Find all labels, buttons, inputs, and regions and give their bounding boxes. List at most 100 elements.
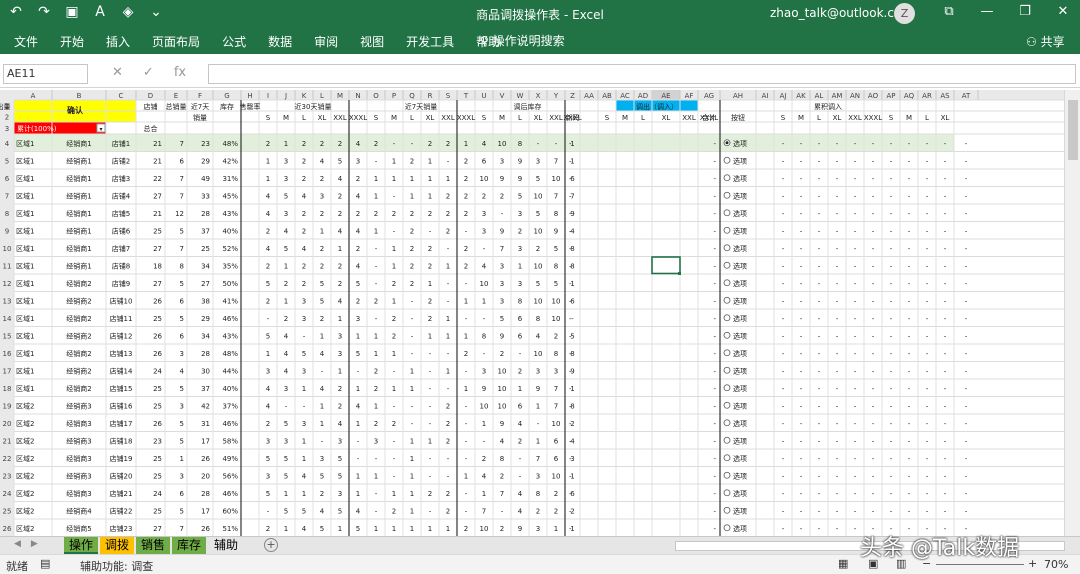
close-icon[interactable]: ✕ [1044,4,1080,19]
cell-dash: - [890,210,893,218]
cell-dash: - [854,420,857,428]
option-radio[interactable] [723,349,731,357]
cell-size-qty: 1 [374,472,378,480]
column-header-G: G [224,92,229,100]
confirm-entry-icon[interactable]: ✓ [143,65,154,80]
sheet-tab-sales[interactable]: 销售 [136,537,170,554]
option-radio[interactable] [723,174,731,182]
insert-function-icon[interactable]: fx [174,65,186,80]
tab-page-layout[interactable]: 页面布局 [152,33,200,50]
cell-size-qty: 3 [500,262,504,270]
sheet-tab-transfer[interactable]: 调拨 [100,537,134,554]
option-radio[interactable] [723,471,731,479]
column-header-AF: AF [685,92,694,100]
cell-size-qty: 6 [518,402,523,410]
cell-sell-through: 46% [222,420,238,428]
cell-size-qty: - [501,507,504,515]
option-radio[interactable] [723,279,731,287]
cell-size-qty: 2 [302,140,306,148]
tab-review[interactable]: 审阅 [314,33,338,50]
zoom-level[interactable]: 70% [1044,558,1068,571]
option-radio[interactable] [723,436,731,444]
cancel-entry-icon[interactable]: ✕ [112,65,123,80]
fill-handle[interactable] [678,272,681,275]
sheet-tab-inventory[interactable]: 库存 [172,537,206,554]
option-radio[interactable] [723,261,731,269]
cell-sell-through: 40% [222,227,238,235]
option-radio[interactable] [723,296,731,304]
cell-store: 店铺18 [110,436,133,445]
sheet-tab-helper[interactable]: 辅助 [208,537,244,554]
option-radio[interactable] [723,384,731,392]
cell-dash: - [818,227,821,235]
prev-sheet-icon[interactable]: ◀ [14,539,21,549]
cell-size-qty: 2 [392,507,396,515]
zoom-slider[interactable] [936,564,1024,565]
cell-size-qty: 1 [392,490,396,498]
minimize-icon[interactable]: — [968,4,1006,19]
cell-size-qty: 4 [482,472,487,480]
cell-size-qty: 2 [320,315,324,323]
tab-formulas[interactable]: 公式 [222,33,246,50]
cell-dealer: 经销商1 [66,226,91,235]
option-radio[interactable] [723,156,731,164]
cell-size-qty: 1 [338,367,342,375]
tab-home[interactable]: 开始 [60,33,84,50]
cell-store: 店铺17 [110,419,133,428]
accessibility-status[interactable]: 辅助功能: 调查 [80,558,153,574]
cell-size-qty: 1 [428,437,432,445]
tab-insert[interactable]: 插入 [106,33,130,50]
tell-me-search[interactable]: ⚲ 操作说明搜索 [480,32,565,49]
active-cell-outline[interactable] [651,256,681,275]
cell-size-qty: 4 [302,245,307,253]
option-radio[interactable] [723,401,731,409]
name-box[interactable]: AE11 [3,64,88,84]
cell-sales7: 6 [180,490,185,498]
store-header: 店铺 [144,102,158,111]
option-radio[interactable] [723,209,731,217]
cell-size-qty: 2 [266,420,270,428]
vertical-scrollbar[interactable] [1064,90,1080,536]
cell-dash: - [782,420,785,428]
tab-view[interactable]: 视图 [360,33,384,50]
option-radio[interactable] [723,366,731,374]
option-radio[interactable] [723,454,731,462]
next-sheet-icon[interactable]: ▶ [31,539,38,549]
cell-size-qty: 2 [446,402,450,410]
tab-data[interactable]: 数据 [268,33,292,50]
add-sheet-icon[interactable]: + [264,538,278,552]
view-normal-icon[interactable]: ▦ [838,557,848,570]
option-radio[interactable] [723,524,731,532]
account-email[interactable]: zhao_talk@outlook.com [770,6,913,20]
share-button[interactable]: ⚇ 共享 [1026,33,1065,50]
option-radio[interactable] [723,419,731,427]
cell-size-qty: 7 [482,507,486,515]
cell-dash: - [926,367,929,375]
option-radio[interactable] [723,314,731,322]
tab-file[interactable]: 文件 [14,33,38,50]
tab-developer[interactable]: 开发工具 [406,33,454,50]
cell-size-qty: 9 [500,332,504,340]
restore-icon[interactable]: ❐ [1006,4,1044,19]
option-radio[interactable] [723,244,731,252]
formula-input[interactable] [208,64,1076,84]
cell-size-qty: 5 [284,420,288,428]
cell-dash: - [890,420,893,428]
cell-stock: 26 [201,455,210,463]
option-radio[interactable] [723,226,731,234]
row-header-13: 13 [3,297,12,305]
avatar[interactable]: Z [894,3,915,24]
option-radio[interactable] [723,331,731,339]
ribbon-display-options-icon[interactable]: ⧉ [930,4,968,19]
option-radio[interactable] [723,506,731,514]
cell-region: 区域2 [16,524,34,533]
sheet-tab-operate[interactable]: 操作 [64,537,98,554]
cell-size-qty: - [357,367,360,375]
cell-size-qty: 9 [482,385,486,393]
option-radio[interactable] [723,489,731,497]
zoom-in-icon[interactable]: + [1028,557,1037,570]
macro-record-icon[interactable]: ▤ [40,557,50,570]
option-radio[interactable] [723,191,731,199]
worksheet-grid[interactable]: A B C D E F G H I J K L M N O P Q R S T U V W X Y Z AA AB AC AD AE AF AG… [0,90,1064,536]
vertical-scroll-thumb[interactable] [1068,100,1078,160]
